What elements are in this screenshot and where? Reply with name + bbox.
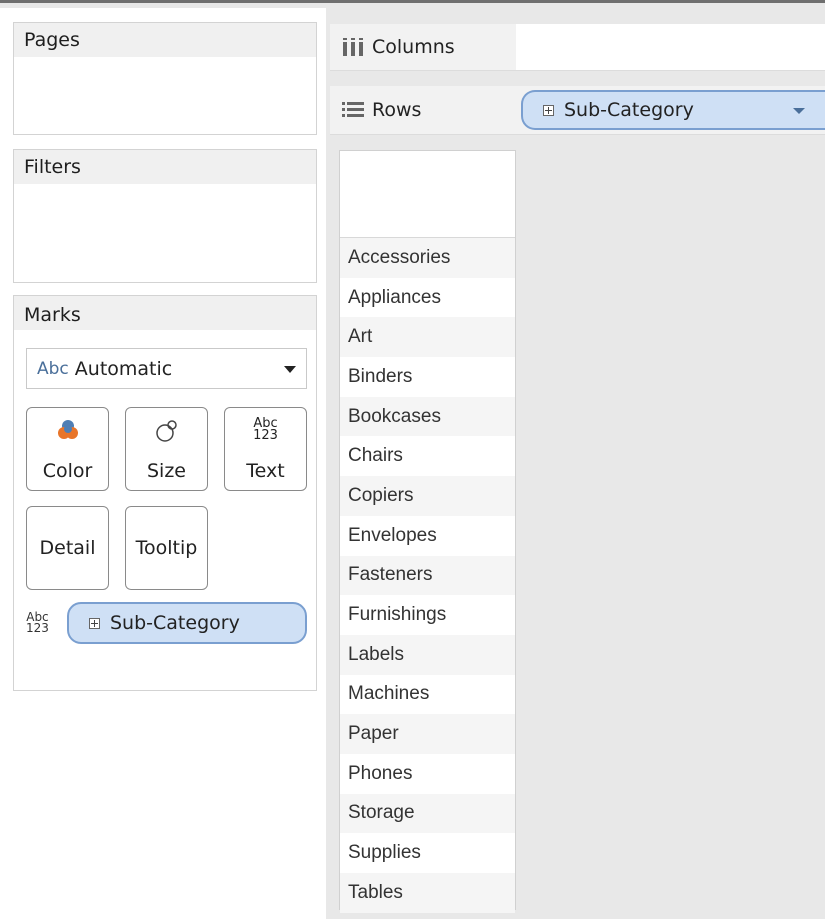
columns-shelf-header: Columns: [342, 24, 455, 70]
filters-card[interactable]: Filters: [13, 149, 317, 283]
row-header-item[interactable]: Envelopes: [340, 516, 515, 556]
color-icon: [27, 418, 108, 449]
detail-button[interactable]: Detail: [26, 506, 109, 590]
tooltip-button[interactable]: Tooltip: [125, 506, 208, 590]
row-header-item[interactable]: Supplies: [340, 833, 515, 873]
row-header-item[interactable]: Binders: [340, 357, 515, 397]
expand-icon: [543, 104, 554, 116]
row-header-blank: [340, 151, 515, 238]
size-button[interactable]: Size: [125, 407, 208, 491]
columns-label: Columns: [372, 36, 455, 58]
row-header-item[interactable]: Appliances: [340, 278, 515, 318]
pages-card[interactable]: Pages: [13, 22, 317, 135]
rows-label: Rows: [372, 99, 422, 121]
text-label: Text: [246, 460, 285, 482]
marks-pill-label: Sub-Category: [110, 612, 240, 634]
abc-icon: Abc: [37, 358, 69, 379]
expand-icon: [89, 617, 100, 629]
size-label: Size: [146, 460, 186, 482]
color-button[interactable]: Color: [26, 407, 109, 491]
text-icon: Abc 123: [225, 417, 306, 443]
row-header-item[interactable]: Labels: [340, 634, 515, 675]
row-header-item[interactable]: Paper: [340, 714, 515, 754]
mark-type-label: Automatic: [74, 357, 173, 380]
color-label: Color: [42, 460, 93, 482]
row-header-list: Accessories Appliances Art Binders Bookcases…: [340, 238, 515, 913]
size-icon: [126, 418, 207, 449]
row-header-item[interactable]: Tables: [340, 873, 515, 913]
marks-sub-category-pill[interactable]: Sub-Category: [67, 602, 307, 644]
text-encoding-icon: Abc 123: [26, 611, 49, 635]
row-header-item[interactable]: Fasteners: [340, 555, 515, 596]
row-header-item[interactable]: Furnishings: [340, 595, 515, 635]
detail-label: Detail: [39, 537, 96, 559]
row-header-item[interactable]: Chairs: [340, 436, 515, 476]
row-header-item[interactable]: Machines: [340, 675, 515, 715]
mark-type-dropdown[interactable]: Abc Automatic: [26, 348, 307, 389]
pages-title: Pages: [14, 23, 316, 57]
filters-title: Filters: [14, 150, 316, 184]
row-header-item[interactable]: Bookcases: [340, 396, 515, 437]
rows-icon: [342, 102, 364, 117]
row-header-item[interactable]: Copiers: [340, 476, 515, 516]
row-header-item[interactable]: Phones: [340, 754, 515, 794]
text-button[interactable]: Abc 123 Text: [224, 407, 307, 491]
marks-card: Marks Abc Automatic Color Size Abc 123 T…: [13, 295, 317, 691]
columns-shelf: Columns: [330, 24, 825, 71]
tooltip-label: Tooltip: [135, 537, 198, 559]
row-header-item[interactable]: Art: [340, 317, 515, 358]
text-icon-bottom: 123: [253, 428, 278, 443]
marks-title: Marks: [14, 296, 316, 330]
chevron-down-icon: [284, 366, 296, 373]
rows-pill-label: Sub-Category: [564, 99, 694, 121]
rows-shelf-header: Rows: [342, 86, 421, 134]
columns-icon: [343, 38, 363, 56]
rows-sub-category-pill[interactable]: Sub-Category: [521, 90, 825, 130]
row-header-item[interactable]: Storage: [340, 793, 515, 834]
columns-drop-area[interactable]: [516, 24, 825, 70]
pill-dropdown-icon[interactable]: [793, 108, 805, 114]
row-header-item[interactable]: Accessories: [340, 238, 515, 278]
row-header-table: Accessories Appliances Art Binders Bookcases…: [339, 150, 516, 913]
field-icon-bottom: 123: [26, 621, 49, 635]
